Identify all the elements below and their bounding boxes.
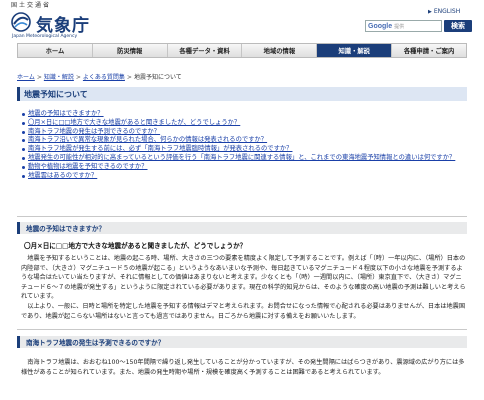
google-logo: Google [368,22,393,30]
breadcrumb-separator: > [75,74,81,81]
arrow-right-icon: ▶ [428,8,432,15]
jma-logo-icon[interactable] [10,12,32,32]
global-nav: ホーム 防災情報 各種データ・資料 地域の情報 知識・解説 各種申請・ご案内 [17,43,467,58]
english-link[interactable]: ▶ ENGLISH [428,8,460,15]
breadcrumb: ホーム > 知識・解説 > よくある質問集 > 地震予知について [17,72,182,81]
search-hint: 提供 [394,23,405,30]
breadcrumb-faq[interactable]: よくある質問集 [83,74,125,81]
nav-regional[interactable]: 地域の情報 [242,44,318,57]
search-input[interactable]: Google 提供 [365,20,442,32]
breadcrumb-current: 地震予知について [133,74,182,81]
nav-knowledge[interactable]: 知識・解説 [317,44,393,57]
breadcrumb-knowledge[interactable]: 知識・解説 [44,74,74,81]
breadcrumb-separator: > [36,74,42,81]
faq-link[interactable]: 〇月×日に□□地方で大きな地震があると聞きましたが、どうでしょうか？ [22,119,467,128]
answer-paragraph: 南海トラフ地震は、おおむね100～150年間隔で繰り返し発生していることが分かっ… [21,359,465,376]
english-link-label: ENGLISH [433,8,461,15]
nav-home[interactable]: ホーム [18,44,93,57]
site-logo-english: Japan Meteorological Agency [12,34,78,39]
site-header: 国土交通省 気象庁 Japan Meteorological Agency ▶ … [0,0,484,42]
section-question: 〇月×日に□□地方で大きな地震があると聞きましたが、どうでしょうか？ [24,242,247,250]
faq-link[interactable]: 南海トラフ地震が発生する前には、必ず「南海トラフ地震臨時情報」が発表されるのです… [22,145,467,154]
faq-link[interactable]: 地震発生の可能性が相対的に高まっているという評価を行う「南海トラフ地震に関連する… [22,154,467,163]
page-title: 地震予知について [17,87,467,101]
faq-link[interactable]: 動物や植物は地震を予知できるのですか？ [22,163,467,172]
breadcrumb-home[interactable]: ホーム [17,74,35,81]
faq-link[interactable]: 地震の予知はできますか？ [22,110,467,119]
section-divider [17,216,467,217]
faq-link[interactable]: 地震雲はあるのですか？ [22,172,467,181]
site-logo-text[interactable]: 気象庁 [36,11,90,36]
faq-link[interactable]: 南海トラフ沿いで異常な現象が見られた場合、何らかの情報は発表されるのですか？ [22,136,467,145]
section-heading-prediction: 地震の予知はできますか？ [17,222,467,234]
nav-disaster-info[interactable]: 防災情報 [93,44,168,57]
answer-paragraph: 地震を予知するということは、地震の起こる時、場所、大きさの三つの要素を精度よく限… [21,255,466,301]
faq-link-list: 地震の予知はできますか？ 〇月×日に□□地方で大きな地震があると聞きましたが、ど… [22,110,467,180]
section-heading-nankai: 南海トラフ地震の発生は予測できるのですか？ [17,336,467,348]
ministry-label: 国土交通省 [11,2,52,9]
nav-applications[interactable]: 各種申請・ご案内 [392,44,466,57]
breadcrumb-separator: > [126,74,132,81]
search-button[interactable]: 検索 [444,20,472,32]
section-divider [17,329,467,330]
answer-paragraph: 以上より、一般に、日時と場所を特定した地震を予知する情報はデマと考えられます。お… [21,303,466,320]
nav-data[interactable]: 各種データ・資料 [168,44,243,57]
